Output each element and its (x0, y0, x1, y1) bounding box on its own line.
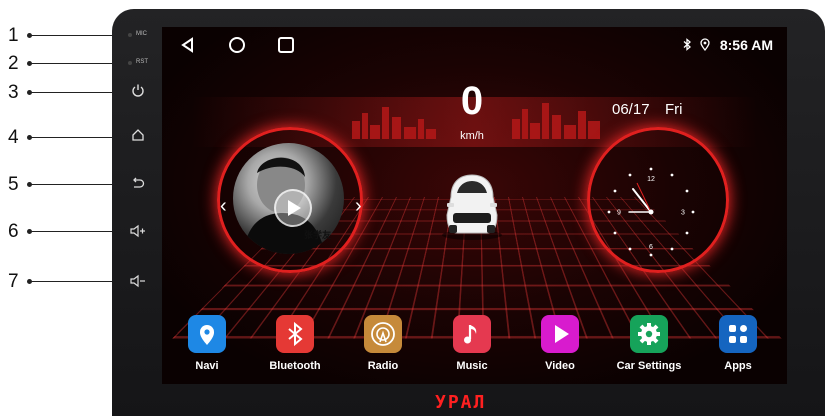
app-dock: Navi Bluetooth Radio Music Video Car Set… (162, 315, 787, 375)
nav-home-button[interactable] (227, 35, 247, 55)
callout-number: 2 (8, 53, 19, 74)
status-bar: 8:56 AM (162, 27, 787, 61)
app-car-settings[interactable]: Car Settings (604, 315, 694, 372)
clock-number-3: 3 (681, 210, 685, 217)
app-tile-radio (364, 315, 402, 353)
app-bluetooth[interactable]: Bluetooth (250, 315, 340, 372)
app-radio[interactable]: Radio (338, 315, 428, 372)
callout-number: 6 (8, 221, 19, 242)
callout-number: 3 (8, 82, 19, 103)
speed-value: 0 (460, 79, 484, 123)
app-label-bluetooth: Bluetooth (269, 360, 321, 372)
mic-label: MIC (136, 31, 147, 37)
callout-number: 5 (8, 174, 19, 195)
app-label-video: Video (545, 360, 575, 372)
album-caption: 张学友 (304, 230, 332, 240)
play-button[interactable] (274, 189, 312, 227)
nav-back-button[interactable] (178, 35, 198, 55)
mic-hole (128, 33, 132, 37)
clock-number-9: 9 (617, 210, 621, 217)
app-grid-icon (729, 325, 747, 343)
clock-number-12: 12 (647, 176, 655, 183)
callout-number: 4 (8, 127, 19, 148)
back-side-button[interactable] (130, 176, 146, 192)
app-label-apps: Apps (724, 360, 752, 372)
car-image (442, 174, 502, 240)
volume-down-icon (130, 274, 145, 288)
home-icon (132, 129, 144, 141)
callout-number: 1 (8, 25, 19, 46)
app-tile-car-settings (630, 315, 668, 353)
app-label-radio: Radio (367, 360, 399, 372)
power-icon (132, 84, 144, 97)
volume-up-button[interactable] (130, 224, 146, 240)
callout-number: 7 (8, 271, 19, 292)
analog-clock: 12 3 6 9 (607, 167, 695, 257)
reset-hole (128, 61, 132, 65)
app-tile-video (541, 315, 579, 353)
volume-up-icon (130, 224, 145, 238)
music-note-icon (464, 325, 477, 344)
app-label-car-settings: Car Settings (616, 360, 682, 372)
triangle-back-icon (181, 37, 193, 53)
bluetooth-status-icon (682, 38, 692, 54)
power-button[interactable] (130, 83, 146, 99)
status-time: 8:56 AM (719, 37, 773, 53)
volume-down-button[interactable] (130, 274, 146, 290)
location-pin-icon (200, 325, 214, 345)
head-unit-screen: 8:56 AM 0 km/h 06/17 Fri 张学友 ‹ › 12 3 6 … (162, 27, 787, 384)
app-tile-music (453, 315, 491, 353)
nav-recents-button[interactable] (276, 35, 296, 55)
app-music[interactable]: Music (427, 315, 517, 372)
square-recents-icon (278, 37, 294, 53)
rst-label: RST (136, 59, 148, 65)
clock-number-6: 6 (649, 244, 653, 251)
location-status-icon (700, 38, 710, 54)
play-icon (555, 325, 569, 343)
app-label-navi: Navi (195, 360, 219, 372)
app-tile-bluetooth (276, 315, 314, 353)
app-tile-navi (188, 315, 226, 353)
app-label-music: Music (456, 360, 488, 372)
day-text: Fri (665, 101, 683, 118)
bluetooth-icon (288, 321, 303, 347)
back-arrow-icon (133, 177, 145, 188)
gear-icon (638, 323, 660, 345)
prev-track-button[interactable]: ‹ (220, 195, 227, 218)
radio-icon (371, 322, 395, 346)
app-tile-apps (719, 315, 757, 353)
speed-unit: km/h (460, 130, 484, 142)
next-track-button[interactable]: › (355, 195, 362, 218)
app-navi[interactable]: Navi (162, 315, 252, 372)
circle-home-icon (229, 37, 245, 53)
brand-logo: УРАЛ (435, 392, 487, 413)
date-text: 06/17 (612, 101, 650, 118)
home-side-button[interactable] (130, 128, 146, 144)
app-video[interactable]: Video (515, 315, 605, 372)
app-apps[interactable]: Apps (693, 315, 783, 372)
